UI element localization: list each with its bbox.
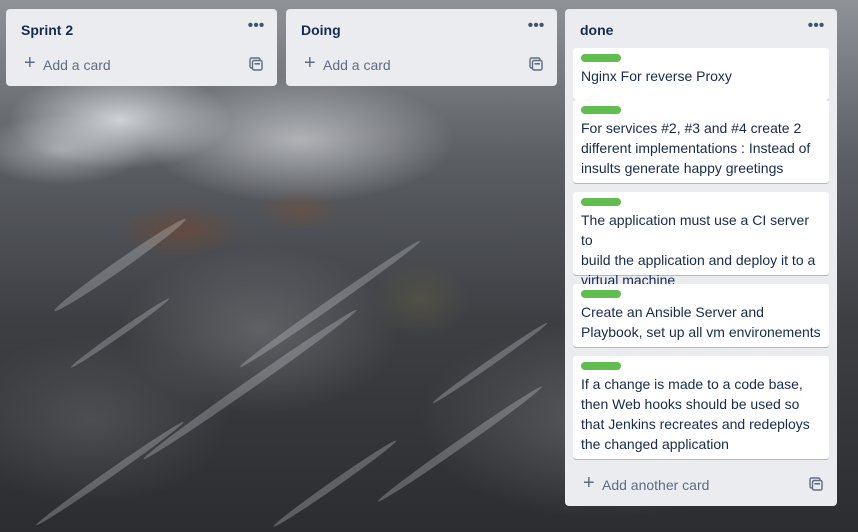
add-card-button[interactable]: + Add a card [6, 49, 277, 81]
ellipsis-icon[interactable]: ••• [525, 18, 547, 35]
card-title: For services #2, #3 and #4 create 2 diff… [581, 120, 811, 176]
list-sprint-2: Sprint 2 ••• + Add a card [6, 9, 277, 86]
list-header[interactable]: Doing ••• [286, 9, 557, 47]
ellipsis-icon[interactable]: ••• [805, 18, 827, 35]
add-card-label: Add a card [323, 57, 391, 73]
add-card-button[interactable]: + Add a card [286, 49, 557, 81]
card-label-green[interactable] [581, 106, 621, 114]
plus-icon: + [583, 472, 595, 494]
card-label-green[interactable] [581, 362, 621, 370]
card-template-icon[interactable] [809, 477, 823, 491]
card[interactable]: If a change is made to a code base, then… [573, 356, 829, 459]
card-label-green[interactable] [581, 198, 621, 206]
card-label-green[interactable] [581, 54, 621, 62]
list-header[interactable]: Sprint 2 ••• [6, 9, 277, 47]
card[interactable]: For services #2, #3 and #4 create 2 diff… [573, 100, 829, 183]
list-header[interactable]: done ••• [565, 9, 837, 47]
card-title: Nginx For reverse Proxy [581, 68, 732, 84]
ellipsis-icon[interactable]: ••• [245, 18, 267, 35]
card[interactable]: Create an Ansible Server and Playbook, s… [573, 284, 829, 347]
add-another-card-button[interactable]: + Add another card [565, 469, 837, 501]
card[interactable]: The application must use a CI server to … [573, 192, 829, 288]
card-title: Create an Ansible Server and Playbook, s… [581, 304, 821, 340]
list-done: done ••• Nginx For reverse Proxy For ser… [565, 9, 837, 506]
add-card-label: Add a card [43, 57, 111, 73]
card-title: If a change is made to a code base, then… [581, 376, 810, 452]
plus-icon: + [304, 52, 316, 74]
card-title: The application must use a CI server to … [581, 212, 816, 288]
card-label-green[interactable] [581, 290, 621, 298]
add-card-label: Add another card [602, 477, 710, 493]
card[interactable]: Nginx For reverse Proxy [573, 48, 829, 100]
list-doing: Doing ••• + Add a card [286, 9, 557, 86]
card-template-icon[interactable] [249, 57, 263, 71]
list-title[interactable]: done [580, 21, 613, 39]
card-template-icon[interactable] [529, 57, 543, 71]
list-title[interactable]: Sprint 2 [21, 21, 73, 39]
list-title[interactable]: Doing [301, 21, 341, 39]
board: Sprint 2 ••• + Add a card Doing ••• + Ad… [0, 0, 858, 532]
plus-icon: + [24, 52, 36, 74]
